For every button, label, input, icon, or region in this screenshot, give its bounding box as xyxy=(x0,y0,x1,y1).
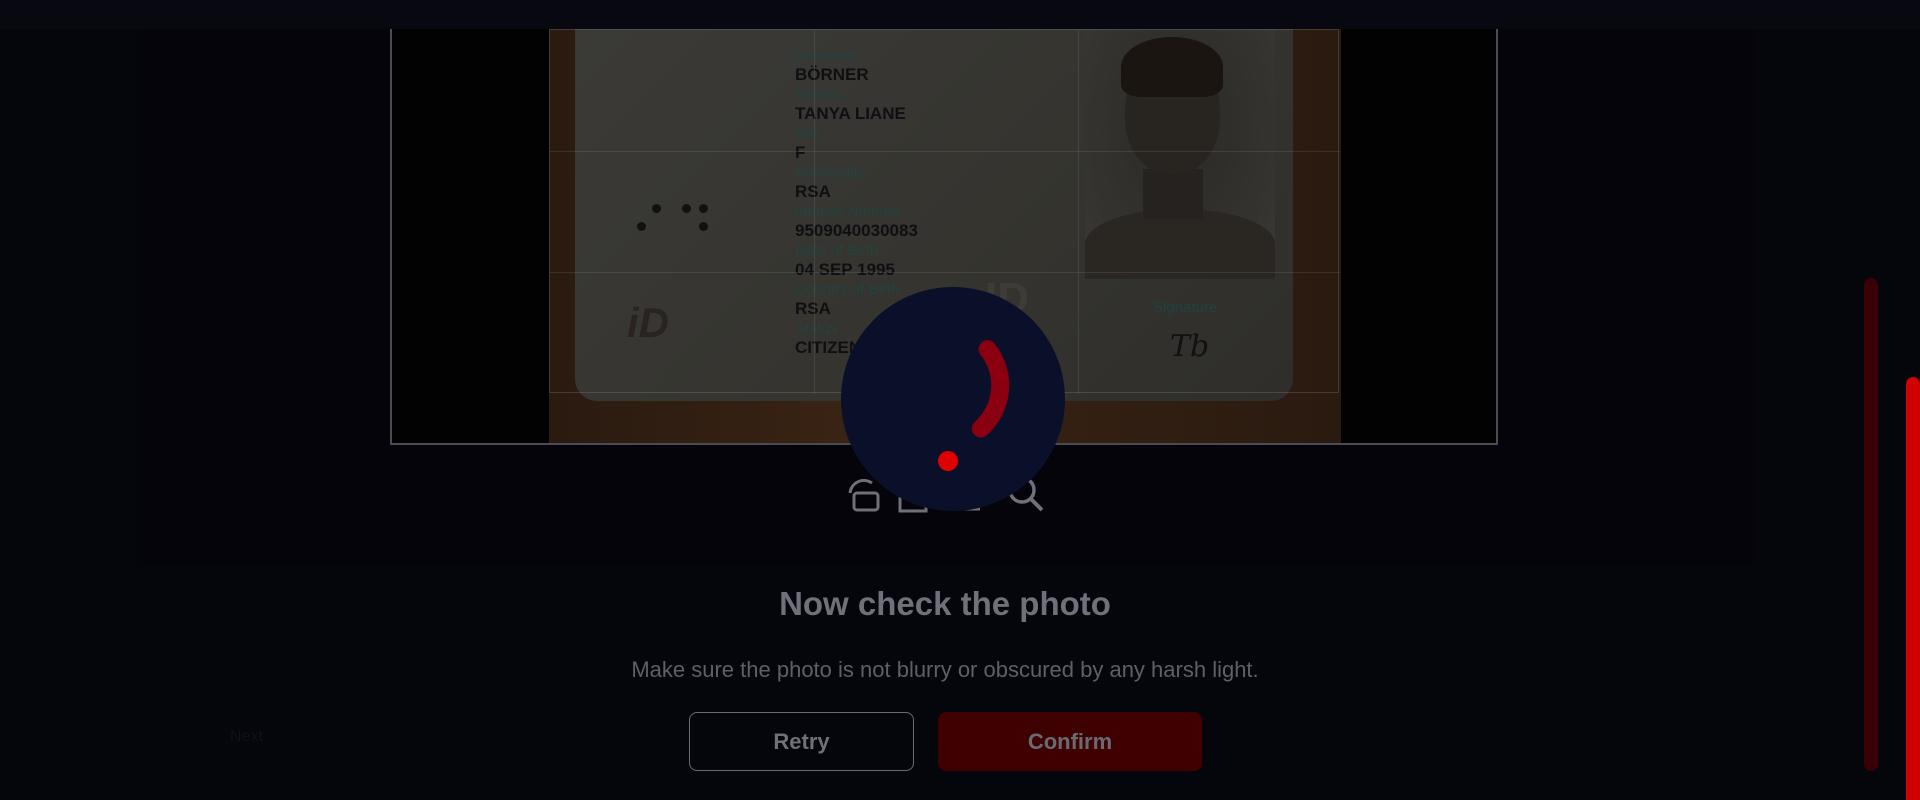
page-subtitle: Make sure the photo is not blurry or obs… xyxy=(631,657,1259,682)
confirm-button[interactable]: Confirm xyxy=(938,712,1202,771)
faint-label: Next xyxy=(230,728,263,745)
loading-spinner xyxy=(841,287,1065,511)
retry-button[interactable]: Retry xyxy=(689,712,914,771)
scroll-track[interactable] xyxy=(1864,278,1878,771)
page-title: Now check the photo xyxy=(779,585,1111,622)
top-bar xyxy=(0,0,1920,29)
scrollbar-thumb[interactable] xyxy=(1906,377,1920,800)
